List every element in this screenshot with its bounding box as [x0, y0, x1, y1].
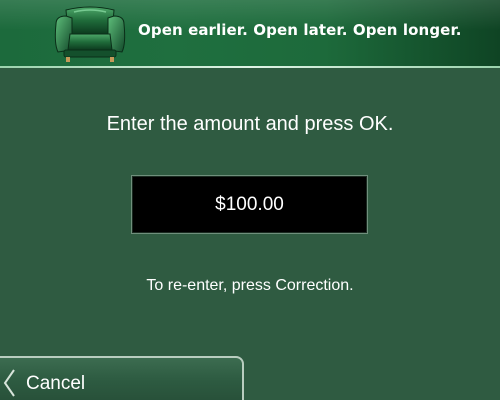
- cancel-label: Cancel: [26, 373, 86, 394]
- cancel-button[interactable]: Cancel: [0, 356, 244, 400]
- left-arrow-icon: [3, 369, 15, 397]
- banner-tagline: Open earlier. Open later. Open longer.: [138, 21, 462, 39]
- banner-divider: [0, 66, 500, 68]
- atm-screen: Open earlier. Open later. Open longer. E…: [0, 0, 500, 400]
- amount-display: $100.00: [131, 175, 368, 234]
- instruction-text: Enter the amount and press OK.: [106, 113, 394, 135]
- armchair-icon: [54, 6, 126, 62]
- amount-value: $100.00: [215, 193, 284, 215]
- correction-hint: To re-enter, press Correction.: [146, 277, 354, 294]
- header-banner: Open earlier. Open later. Open longer.: [0, 0, 500, 66]
